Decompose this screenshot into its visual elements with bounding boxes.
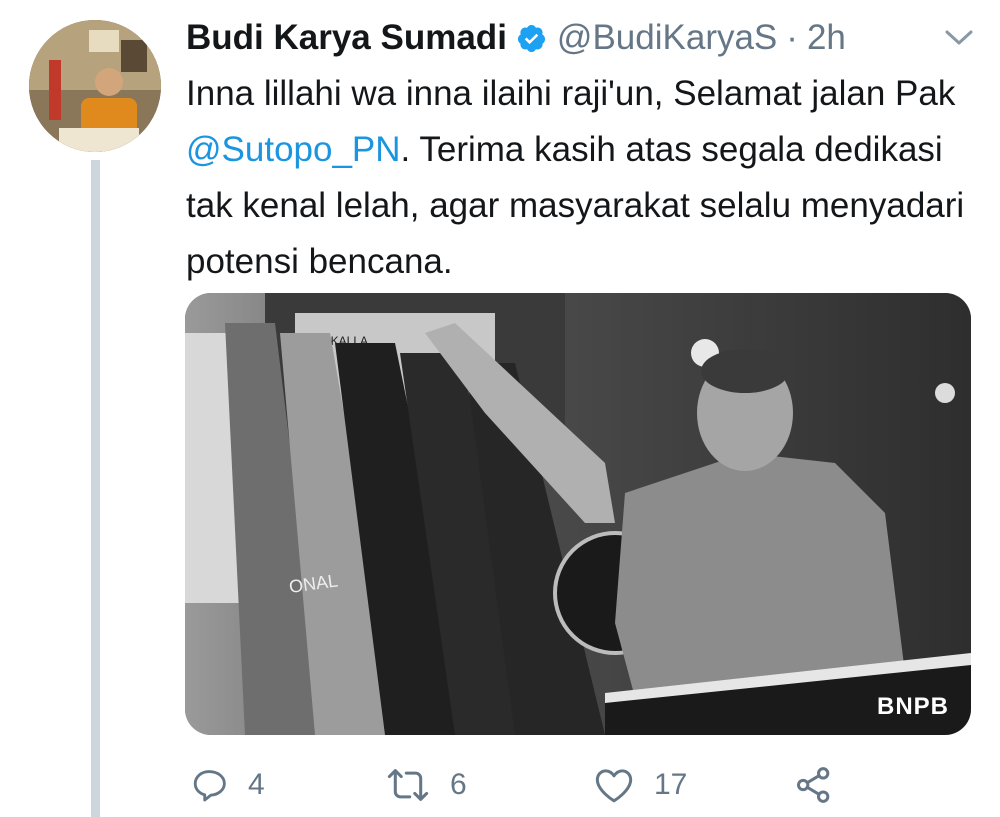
- like-icon: [595, 769, 633, 803]
- verified-badge-icon: [517, 24, 545, 52]
- tweet-header: Budi Karya Sumadi @BudiKaryaS · 2h: [186, 16, 980, 60]
- like-button[interactable]: 17: [594, 760, 687, 810]
- retweet-count: 6: [450, 768, 467, 801]
- reply-count: 4: [248, 768, 265, 801]
- chevron-down-icon[interactable]: [944, 28, 974, 48]
- photo-credit: BNPB: [876, 693, 949, 720]
- tweet-text: Inna lillahi wa inna ilaihi raji'un, Sel…: [186, 66, 976, 290]
- photo-image: F KALLA ONAL: [185, 293, 971, 735]
- retweet-icon: [387, 769, 429, 801]
- retweet-button[interactable]: 6: [386, 760, 467, 810]
- separator-dot: ·: [786, 18, 798, 57]
- share-button[interactable]: [794, 760, 834, 810]
- author-name[interactable]: Budi Karya Sumadi: [186, 16, 507, 60]
- tweet-photo[interactable]: F KALLA ONAL BNPB: [185, 293, 971, 735]
- share-icon: [797, 767, 830, 803]
- tweet-text-part: Inna lillahi wa inna ilaihi raji'un, Sel…: [186, 74, 956, 113]
- reply-icon: [193, 770, 226, 802]
- avatar[interactable]: [29, 20, 161, 152]
- mention-link[interactable]: @Sutopo_PN: [186, 130, 401, 169]
- tweet-timestamp[interactable]: 2h: [807, 16, 846, 60]
- thread-line: [91, 160, 100, 817]
- like-count: 17: [654, 768, 688, 801]
- author-handle[interactable]: @BudiKaryaS: [557, 16, 777, 60]
- reply-button[interactable]: 4: [190, 760, 265, 810]
- avatar-image: [29, 20, 161, 152]
- tweet-actions: 4 6 17: [186, 760, 946, 810]
